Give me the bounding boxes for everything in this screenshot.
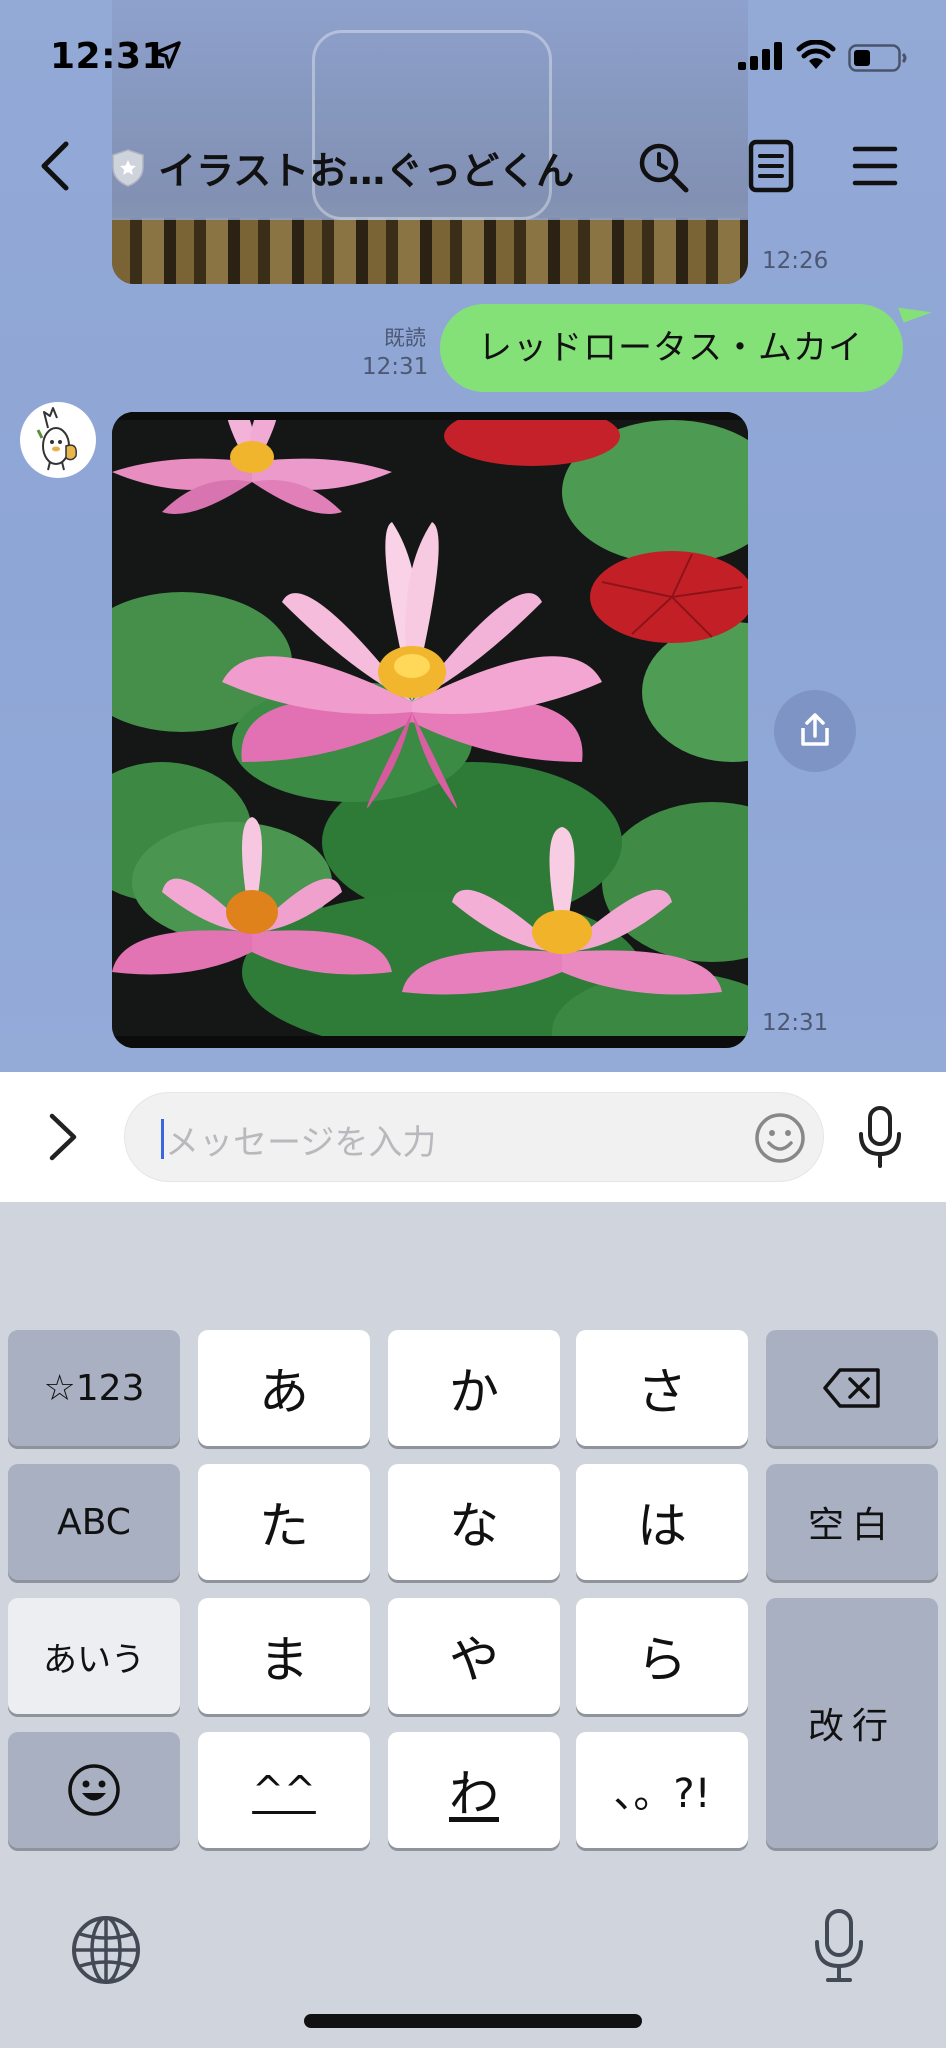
- key-label: ま: [259, 1631, 309, 1689]
- key-ka[interactable]: か: [388, 1330, 560, 1446]
- dictation-mic-icon[interactable]: [812, 1908, 866, 1984]
- emoji-icon[interactable]: [753, 1111, 807, 1165]
- share-button[interactable]: [774, 690, 856, 772]
- battery-icon: [848, 44, 907, 72]
- key-label: ^^: [252, 1768, 316, 1812]
- key-label: な: [449, 1497, 499, 1555]
- key-na[interactable]: な: [388, 1464, 560, 1580]
- mascot-icon: [36, 407, 78, 471]
- key-label: は: [637, 1497, 687, 1555]
- bot-avatar[interactable]: [20, 402, 96, 478]
- incoming-image-message[interactable]: [112, 412, 748, 1048]
- key-label: さ: [637, 1363, 687, 1421]
- backspace-icon: [823, 1368, 880, 1408]
- notes-icon[interactable]: [748, 138, 794, 194]
- back-button[interactable]: [36, 138, 76, 194]
- key-label: 、。?!: [613, 1771, 711, 1817]
- read-receipt: 既読: [384, 326, 426, 350]
- lotus-illustration: [112, 412, 748, 1048]
- chevron-right-icon[interactable]: [44, 1112, 80, 1162]
- key-kaomoji[interactable]: ^^: [198, 1732, 370, 1848]
- key-label: 空白: [807, 1505, 896, 1546]
- smiley-icon: [68, 1764, 120, 1816]
- key-ma[interactable]: ま: [198, 1598, 370, 1714]
- search-icon[interactable]: [636, 140, 692, 196]
- key-ra[interactable]: ら: [576, 1598, 748, 1714]
- voice-message-mic-icon[interactable]: [856, 1106, 904, 1170]
- share-icon: [801, 713, 829, 746]
- delete-key[interactable]: [766, 1330, 938, 1446]
- key-label: わ: [449, 1765, 499, 1823]
- message-input-bar: メッセージを入力: [0, 1072, 946, 1202]
- incoming-image-timestamp: 12:31: [762, 1010, 829, 1036]
- return-key[interactable]: 改行: [766, 1598, 938, 1848]
- key-label: た: [259, 1497, 309, 1555]
- status-bar: 12:31: [0, 0, 946, 110]
- key-symbols-123[interactable]: ☆123: [8, 1330, 180, 1446]
- chat-area: 12:26 12:31 イラストお…ぐっどくん 既読 12:31 レッドロータス…: [0, 0, 946, 1072]
- key-punctuation[interactable]: 、。?!: [576, 1732, 748, 1848]
- key-label: や: [449, 1631, 499, 1689]
- chat-title[interactable]: イラストお…ぐっどくん: [158, 140, 574, 195]
- key-label: ら: [637, 1631, 687, 1689]
- home-indicator[interactable]: [304, 2014, 642, 2028]
- bubble-tail: [898, 297, 932, 323]
- key-abc[interactable]: ABC: [8, 1464, 180, 1580]
- message-placeholder: メッセージを入力: [165, 1123, 437, 1163]
- menu-icon[interactable]: [852, 144, 898, 188]
- japanese-keyboard: ☆123 あ か さ ABC た な は 空白 あいう ま や ら 改行 ^^ …: [0, 1202, 946, 2048]
- text-caret: [161, 1119, 164, 1159]
- verified-shield-icon: [112, 149, 144, 187]
- key-sa[interactable]: さ: [576, 1330, 748, 1446]
- wifi-icon: [796, 40, 836, 69]
- outgoing-message-bubble[interactable]: レッドロータス・ムカイ: [440, 304, 903, 392]
- key-label: ABC: [57, 1501, 131, 1543]
- key-ta[interactable]: た: [198, 1464, 370, 1580]
- cellular-signal-icon: [738, 42, 782, 70]
- emoji-keyboard-key[interactable]: [8, 1732, 180, 1848]
- key-label: 改行: [807, 1706, 896, 1747]
- key-label: あ: [259, 1363, 309, 1421]
- status-time: 12:31: [50, 36, 168, 77]
- key-ya[interactable]: や: [388, 1598, 560, 1714]
- key-a[interactable]: あ: [198, 1330, 370, 1446]
- key-label: ☆123: [43, 1367, 145, 1409]
- prev-image-timestamp: 12:26: [762, 248, 829, 274]
- location-arrow-icon: [153, 41, 181, 69]
- key-kana-mode[interactable]: あいう: [8, 1598, 180, 1714]
- space-key[interactable]: 空白: [766, 1464, 938, 1580]
- key-ha[interactable]: は: [576, 1464, 748, 1580]
- key-wa[interactable]: わ: [388, 1732, 560, 1848]
- message-input[interactable]: メッセージを入力: [124, 1092, 824, 1182]
- key-label: あいう: [43, 1639, 145, 1680]
- chat-header: イラストお…ぐっどくん: [0, 110, 946, 222]
- key-label: か: [449, 1363, 499, 1421]
- outgoing-timestamp: 12:31: [362, 354, 429, 380]
- globe-icon[interactable]: [70, 1914, 142, 1986]
